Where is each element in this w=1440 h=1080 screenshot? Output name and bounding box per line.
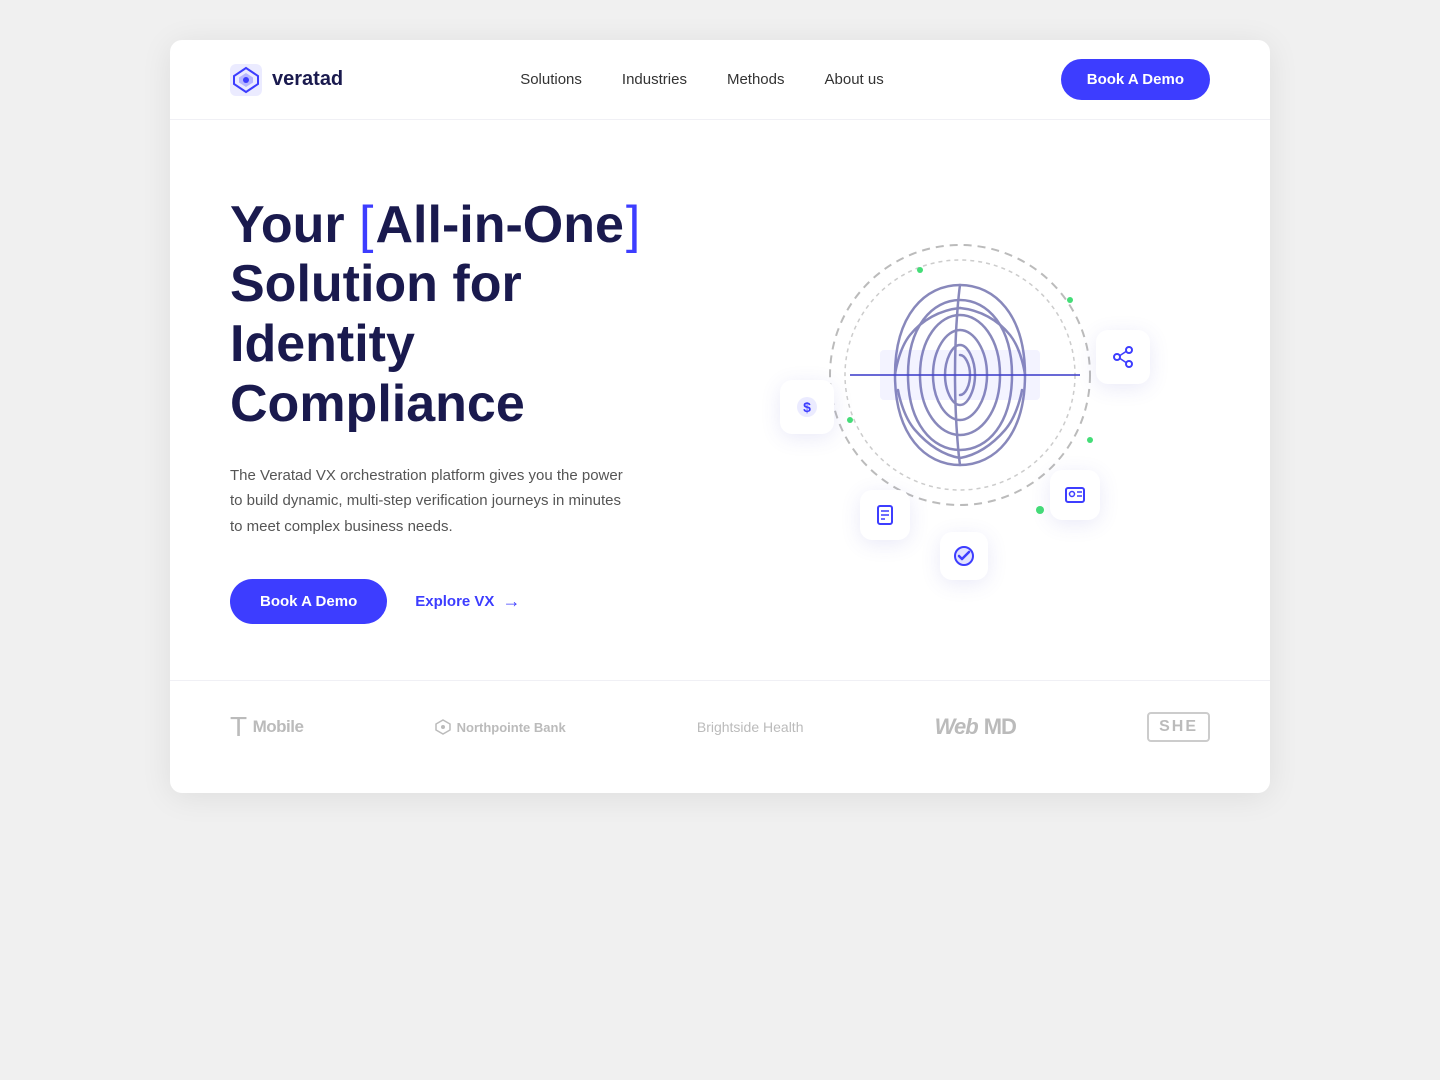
logos-bar: T Mobile Northpointe Bank Brightside Hea… [170, 680, 1270, 793]
brightside-label: Brightside Health [697, 719, 804, 735]
logo-icon [230, 64, 262, 96]
logo-tmobile: T Mobile [230, 711, 303, 743]
hero-illustration: $ [710, 190, 1210, 630]
share-icon [1111, 345, 1135, 369]
tmobile-name: Mobile [253, 717, 304, 737]
hero-content: Your All-in-One Solution for IdentityCom… [230, 196, 710, 625]
hero-title-pre: Your [230, 196, 359, 254]
page-wrapper: veratad Solutions Industries Methods Abo… [170, 40, 1270, 793]
she-label: SHE [1159, 718, 1198, 736]
nav-links: Solutions Industries Methods About us [520, 71, 884, 89]
webmd-web: Web [935, 714, 978, 740]
checkmark-icon [952, 544, 976, 568]
northpointe-icon [435, 719, 451, 735]
fingerprint-container: $ [750, 220, 1170, 600]
nav-item-industries[interactable]: Industries [622, 71, 687, 88]
tmobile-t: T [230, 711, 247, 743]
card-share [1096, 330, 1150, 384]
hero-explore-label: Explore VX [415, 593, 494, 610]
card-dollar: $ [780, 380, 834, 434]
logo-webmd: WebMD [935, 714, 1016, 740]
nav-item-solutions[interactable]: Solutions [520, 71, 582, 88]
logo-she: SHE [1147, 712, 1210, 742]
card-checkmark [940, 532, 988, 580]
hero-book-demo-button[interactable]: Book A Demo [230, 579, 387, 624]
card-id [1050, 470, 1100, 520]
svg-text:$: $ [803, 399, 811, 415]
hero-section: Your All-in-One Solution for IdentityCom… [170, 120, 1270, 680]
hero-title-highlight: All-in-One [359, 196, 640, 256]
nav-item-methods[interactable]: Methods [727, 71, 785, 88]
brand-name: veratad [272, 68, 343, 91]
logo-link[interactable]: veratad [230, 64, 343, 96]
dollar-icon: $ [795, 395, 819, 419]
card-document [860, 490, 910, 540]
logo-northpointe: Northpointe Bank [435, 719, 566, 735]
document-icon [873, 503, 897, 527]
hero-title: Your All-in-One Solution for IdentityCom… [230, 196, 710, 435]
hero-explore-link[interactable]: Explore VX → [415, 591, 520, 612]
hero-actions: Book A Demo Explore VX → [230, 579, 710, 624]
navbar: veratad Solutions Industries Methods Abo… [170, 40, 1270, 120]
logo-brightside: Brightside Health [697, 719, 804, 735]
nav-item-about[interactable]: About us [825, 71, 884, 88]
nav-book-demo-button[interactable]: Book A Demo [1061, 59, 1210, 100]
northpointe-label: Northpointe Bank [457, 720, 566, 735]
hero-description: The Veratad VX orchestration platform gi… [230, 463, 630, 540]
id-card-icon [1063, 483, 1087, 507]
arrow-right-icon: → [502, 591, 520, 612]
webmd-md: MD [984, 714, 1016, 740]
